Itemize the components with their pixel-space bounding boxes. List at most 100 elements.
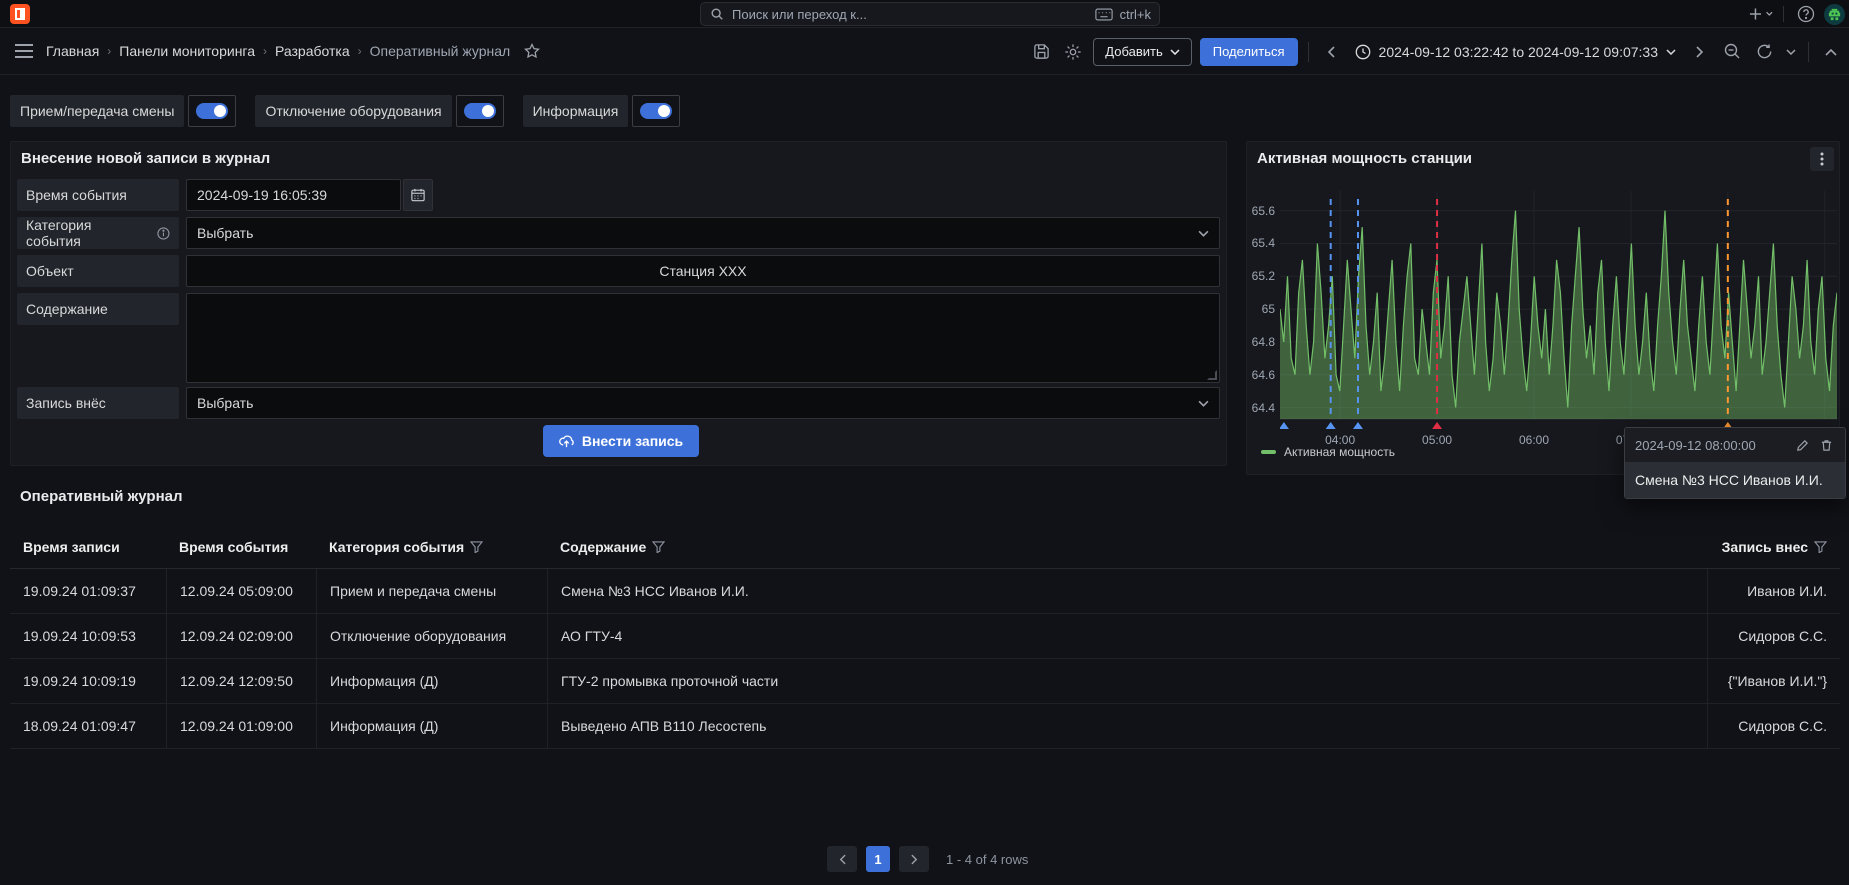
refresh-icon[interactable]: [1752, 40, 1776, 64]
column-header[interactable]: Запись внес: [1707, 526, 1840, 568]
table-cell: ГТУ-2 промывка проточной части: [547, 659, 1707, 703]
panel-title: Внесение новой записи в журнал: [21, 150, 270, 167]
favorite-star-icon[interactable]: [520, 39, 544, 63]
toggle-switch[interactable]: [196, 103, 228, 119]
table-cell: АО ГТУ-4: [547, 614, 1707, 658]
power-chart[interactable]: [1280, 191, 1837, 431]
submit-entry-button[interactable]: Внести запись: [543, 425, 699, 457]
event-category-select[interactable]: Выбрать: [186, 217, 1220, 249]
table-cell: Выведено АПВ В110 Лесостепь: [547, 704, 1707, 748]
table-row[interactable]: 19.09.24 01:09:3712.09.24 05:09:00Прием …: [10, 569, 1840, 614]
search-shortcut: ctrl+k: [1120, 7, 1151, 22]
column-header[interactable]: Содержание: [547, 526, 1707, 568]
y-tick-label: 65.4: [1247, 236, 1275, 250]
time-shift-back-icon[interactable]: [1319, 40, 1343, 64]
calendar-icon[interactable]: [403, 179, 433, 211]
table-cell: 12.09.24 02:09:00: [166, 614, 316, 658]
y-tick-label: 65.6: [1247, 204, 1275, 218]
event-category-value: Выбрать: [197, 225, 253, 241]
y-tick-label: 65.2: [1247, 269, 1275, 283]
object-input[interactable]: Станция XXX: [186, 255, 1220, 287]
resize-handle[interactable]: [1207, 370, 1217, 380]
x-tick-label: 06:00: [1512, 433, 1556, 447]
table-row[interactable]: 18.09.24 01:09:4712.09.24 01:09:00Информ…: [10, 704, 1840, 749]
divider: [1808, 42, 1809, 62]
edit-annotation-icon[interactable]: [1793, 436, 1811, 454]
toggle-switch[interactable]: [464, 103, 496, 119]
delete-annotation-icon[interactable]: [1817, 436, 1835, 454]
column-header[interactable]: Время записи: [10, 526, 166, 568]
active-power-panel: Активная мощность станции 65.665.465.265…: [1246, 141, 1840, 475]
author-select[interactable]: Выбрать: [186, 387, 1220, 419]
content-textarea[interactable]: [186, 293, 1220, 383]
event-time-value: 2024-09-19 16:05:39: [197, 187, 327, 203]
content-label: Содержание: [26, 301, 108, 317]
add-panel-button[interactable]: Добавить: [1093, 38, 1191, 66]
event-time-label: Время события: [26, 187, 127, 203]
annotation-marker-icon[interactable]: [1353, 422, 1363, 429]
chevron-down-icon: [1198, 400, 1209, 407]
event-time-input[interactable]: 2024-09-19 16:05:39: [186, 179, 401, 211]
annotation-time: 2024-09-12 08:00:00: [1635, 438, 1756, 453]
log-table-title: Оперативный журнал: [20, 488, 183, 505]
save-dashboard-icon[interactable]: [1029, 40, 1053, 64]
y-tick-label: 64.4: [1247, 401, 1275, 415]
time-range-picker[interactable]: 2024-09-12 03:22:42 to 2024-09-12 09:07:…: [1351, 38, 1680, 66]
share-button[interactable]: Поделиться: [1200, 38, 1298, 66]
filter-toggle[interactable]: [632, 95, 680, 127]
column-header-label: Время события: [179, 539, 288, 555]
content-row: Содержание: [17, 293, 1220, 383]
zoom-out-time-icon[interactable]: [1720, 40, 1744, 64]
breadcrumb-separator-icon: ›: [358, 44, 362, 58]
user-avatar[interactable]: [1824, 4, 1845, 25]
breadcrumb-separator-icon: ›: [263, 44, 267, 58]
help-icon[interactable]: [1794, 2, 1818, 26]
mega-menu-icon[interactable]: [12, 39, 36, 63]
filter-label: Отключение оборудования: [255, 95, 451, 127]
event-category-label: Категория события: [26, 217, 149, 249]
breadcrumb-item[interactable]: Оперативный журнал: [370, 43, 511, 59]
table-cell: Сидоров С.С.: [1707, 614, 1840, 658]
dashboard-variable-toggles: Прием/передача сменыОтключение оборудова…: [10, 95, 680, 127]
filter-toggle[interactable]: [456, 95, 504, 127]
filter-icon[interactable]: [470, 541, 483, 553]
breadcrumb-separator-icon: ›: [107, 44, 111, 58]
time-shift-forward-icon[interactable]: [1688, 40, 1712, 64]
app-logo-icon[interactable]: [10, 4, 30, 24]
breadcrumb-item[interactable]: Панели мониторинга: [119, 43, 255, 59]
refresh-interval-dropdown[interactable]: [1784, 40, 1798, 64]
table-row[interactable]: 19.09.24 10:09:5312.09.24 02:09:00Отключ…: [10, 614, 1840, 659]
divider: [1783, 6, 1784, 22]
filter-icon[interactable]: [1814, 541, 1827, 553]
toggle-switch[interactable]: [640, 103, 672, 119]
annotation-marker-icon[interactable]: [1432, 422, 1442, 429]
annotation-marker-icon[interactable]: [1326, 422, 1336, 429]
top-bar: Поиск или переход к... ctrl+k: [0, 0, 1849, 28]
panel-menu-icon[interactable]: [1810, 147, 1834, 171]
time-range-label: 2024-09-12 03:22:42 to 2024-09-12 09:07:…: [1379, 44, 1658, 60]
annotation-marker-icon[interactable]: [1280, 422, 1289, 429]
next-page-button[interactable]: [899, 846, 929, 872]
page-number-button[interactable]: 1: [866, 846, 890, 872]
collapse-controls-icon[interactable]: [1819, 40, 1843, 64]
dashboard-settings-icon[interactable]: [1061, 40, 1085, 64]
table-cell: 19.09.24 10:09:19: [10, 659, 166, 703]
clock-icon: [1355, 44, 1371, 60]
table-row[interactable]: 19.09.24 10:09:1912.09.24 12:09:50Информ…: [10, 659, 1840, 704]
keyboard-icon: [1095, 8, 1113, 21]
log-table: Время записи Время события Категория событ…: [10, 526, 1840, 749]
legend-label: Активная мощность: [1284, 445, 1395, 459]
create-new-button[interactable]: [1749, 2, 1773, 26]
filter-icon[interactable]: [652, 541, 665, 553]
legend-active-power[interactable]: Активная мощность: [1261, 445, 1395, 459]
upload-icon: [559, 434, 574, 449]
column-header[interactable]: Категория события: [316, 526, 547, 568]
breadcrumb-item[interactable]: Главная: [46, 43, 99, 59]
column-header[interactable]: Время события: [166, 526, 316, 568]
breadcrumb-item[interactable]: Разработка: [275, 43, 350, 59]
search-input[interactable]: Поиск или переход к... ctrl+k: [700, 2, 1160, 26]
prev-page-button[interactable]: [827, 846, 857, 872]
pagination: 1 1 - 4 of 4 rows: [827, 846, 1028, 872]
add-panel-label: Добавить: [1105, 44, 1162, 59]
filter-toggle[interactable]: [188, 95, 236, 127]
